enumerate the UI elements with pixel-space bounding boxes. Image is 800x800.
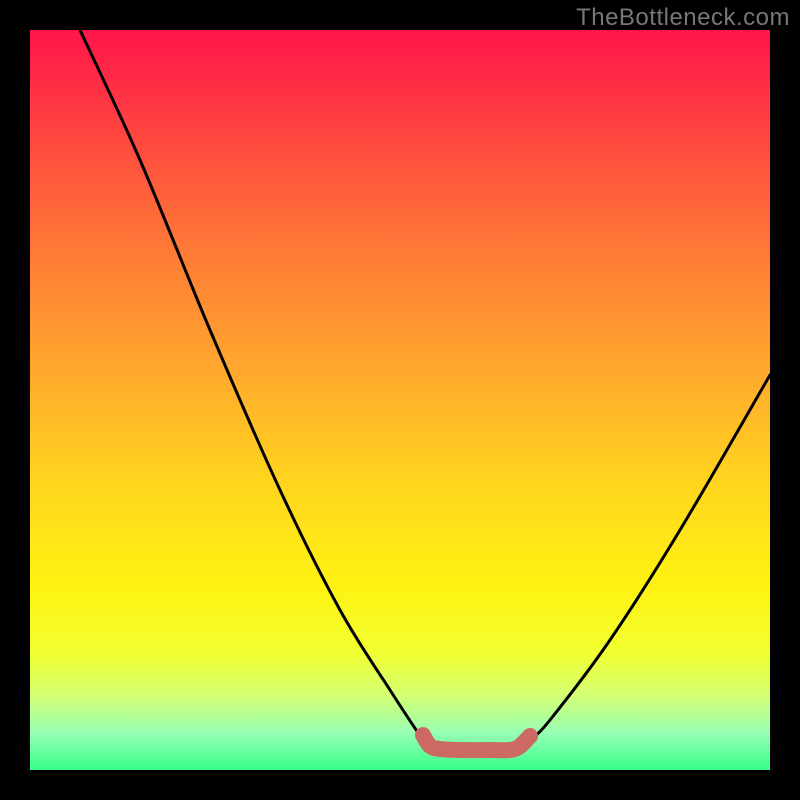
watermark-text: TheBottleneck.com bbox=[576, 4, 790, 32]
chart-frame: TheBottleneck.com bbox=[0, 0, 800, 800]
bottleneck-curve bbox=[80, 30, 770, 750]
bottom-highlight bbox=[423, 735, 530, 750]
curve-svg bbox=[30, 30, 770, 770]
plot-area bbox=[30, 30, 770, 770]
